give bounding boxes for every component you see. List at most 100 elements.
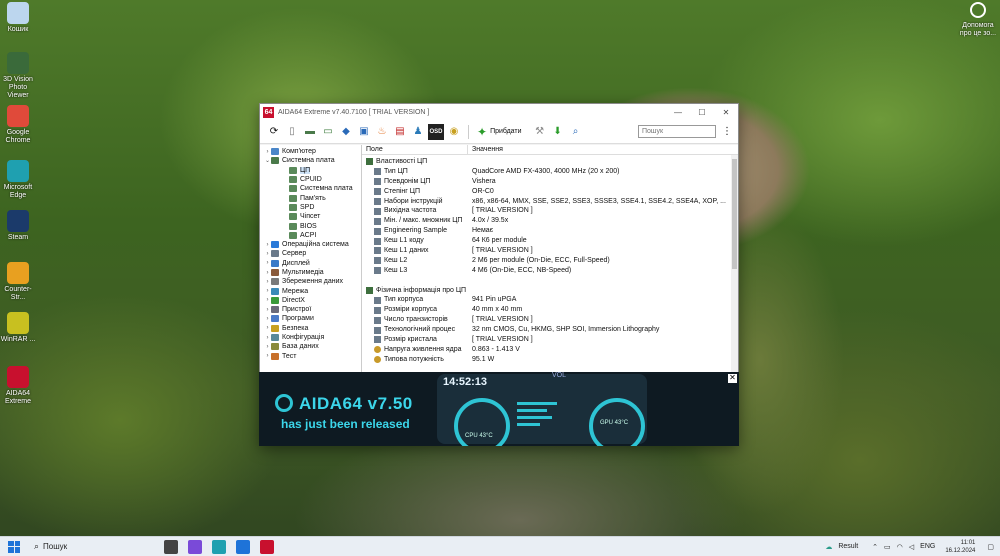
- weather-label[interactable]: Result: [838, 543, 858, 550]
- download-icon[interactable]: ⬇: [550, 124, 566, 140]
- desktop-icon-recycle-bin[interactable]: Кошик: [0, 2, 36, 34]
- osd-icon[interactable]: OSD: [428, 123, 444, 140]
- column-value[interactable]: Значення: [468, 145, 503, 154]
- desktop-icon-winrar[interactable]: WinRAR ...: [0, 312, 36, 344]
- more-icon[interactable]: ⋮: [722, 126, 732, 137]
- table-row[interactable]: Напруга живлення ядра 0.863 - 1.413 V: [362, 345, 738, 355]
- table-row[interactable]: Кеш L2 2 М6 per module (On-Die, ECC, Full…: [362, 256, 738, 266]
- tree-item[interactable]: SPD: [260, 203, 361, 212]
- report-file-icon[interactable]: ▯: [284, 124, 300, 140]
- tools-icon[interactable]: ⚒: [532, 124, 548, 140]
- tree-item[interactable]: › Мережа: [260, 286, 361, 295]
- desktop-icon-aida64[interactable]: AIDA64 Extreme: [0, 366, 36, 406]
- table-row[interactable]: Властивості ЦП: [362, 157, 738, 167]
- lang-label[interactable]: ENG: [920, 543, 935, 550]
- tree-expander-icon[interactable]: ›: [264, 316, 271, 322]
- table-row[interactable]: Кеш L1 коду 64 К6 per module: [362, 236, 738, 246]
- tree-item[interactable]: › База даних: [260, 342, 361, 351]
- cache-icon[interactable]: ▤: [392, 124, 408, 140]
- tree-expander-icon[interactable]: ›: [264, 297, 271, 303]
- weather-icon[interactable]: ☁: [825, 543, 832, 551]
- tree-expander-icon[interactable]: ›: [264, 242, 271, 248]
- clock[interactable]: 11:01 16.12.2024: [945, 539, 975, 555]
- volume-icon[interactable]: ◁: [909, 543, 914, 551]
- display-icon[interactable]: ▣: [356, 124, 372, 140]
- report-button[interactable]: ✦ Прибдати: [477, 125, 522, 139]
- tree-item[interactable]: ACPI: [260, 231, 361, 240]
- table-row[interactable]: Степінг ЦП OR-C0: [362, 187, 738, 197]
- tree-expander-icon[interactable]: ›: [264, 307, 271, 313]
- mail-icon[interactable]: [236, 539, 250, 554]
- tree-item[interactable]: › Пристрої: [260, 305, 361, 314]
- tree-item[interactable]: ЦП: [260, 166, 361, 175]
- refresh-icon[interactable]: ⟳: [266, 124, 282, 140]
- table-row[interactable]: Кеш L3 4 М6 (On-Die, ECC, NB-Speed): [362, 266, 738, 276]
- tree-expander-icon[interactable]: ›: [264, 325, 271, 331]
- tree-item[interactable]: › Дисплей: [260, 259, 361, 268]
- table-row[interactable]: Фізична інформація про ЦП: [362, 286, 738, 296]
- tree-item[interactable]: › Збереження даних: [260, 277, 361, 286]
- tray-chevron-icon[interactable]: ⌃: [872, 543, 878, 551]
- desktop-icon-3d-vision[interactable]: 3D Vision Photo Viewer: [0, 52, 36, 100]
- tree-item[interactable]: Чіпсет: [260, 212, 361, 221]
- tree-expander-icon[interactable]: ›: [264, 270, 271, 276]
- taskview-icon[interactable]: [164, 539, 178, 554]
- tree-item[interactable]: › Операційна система: [260, 240, 361, 249]
- maximize-button[interactable]: ☐: [690, 104, 714, 120]
- tree-item[interactable]: › Мультимедіа: [260, 268, 361, 277]
- minimize-button[interactable]: —: [666, 104, 690, 120]
- table-row[interactable]: Engineering Sample Немає: [362, 226, 738, 236]
- tree-item[interactable]: › Комп'ютер: [260, 147, 361, 156]
- tree-item[interactable]: › Сервер: [260, 249, 361, 258]
- table-row[interactable]: Технологічний процес 32 nm CMOS, Cu, HKMG…: [362, 325, 738, 335]
- copilot-icon[interactable]: [188, 539, 202, 554]
- desktop-icon-csgo[interactable]: Counter-Str...: [0, 262, 36, 302]
- tree-expander-icon[interactable]: ›: [264, 288, 271, 294]
- tree-item[interactable]: › Тест: [260, 352, 361, 361]
- desktop-icon-edge[interactable]: Microsoft Edge: [0, 160, 36, 200]
- tree-item[interactable]: ⌄ Системна плата: [260, 156, 361, 165]
- tree-expander-icon[interactable]: ›: [264, 335, 271, 341]
- motherboard-icon[interactable]: ▬: [302, 124, 318, 140]
- desktop-icon-chrome[interactable]: Google Chrome: [0, 105, 36, 145]
- aida64-icon[interactable]: [260, 539, 274, 554]
- flame-icon[interactable]: ♨: [374, 124, 390, 140]
- table-row[interactable]: Псевдонім ЦП Vishera: [362, 177, 738, 187]
- tree-item[interactable]: Пам'ять: [260, 193, 361, 202]
- tree-item[interactable]: › Безпека: [260, 324, 361, 333]
- tree-expander-icon[interactable]: ›: [264, 279, 271, 285]
- tree-expander-icon[interactable]: ›: [264, 353, 271, 359]
- notification-icon[interactable]: ▢: [987, 543, 994, 551]
- table-row[interactable]: Розмір кристала [ TRIAL VERSION ]: [362, 335, 738, 345]
- help-desktop-icon[interactable]: Допомога про це зо...: [956, 2, 1000, 38]
- tree-expander-icon[interactable]: ›: [264, 251, 271, 257]
- close-button[interactable]: ✕: [714, 104, 738, 120]
- search-input[interactable]: [638, 125, 716, 138]
- table-row[interactable]: Тип корпуса 941 Pin uPGA: [362, 295, 738, 305]
- table-row[interactable]: Кеш L1 даних [ TRIAL VERSION ]: [362, 246, 738, 256]
- title-bar[interactable]: 64 AIDA64 Extreme v7.40.7100 [ TRIAL VER…: [260, 104, 738, 120]
- edge-icon[interactable]: [212, 539, 226, 554]
- table-row[interactable]: Вихідна частота [ TRIAL VERSION ]: [362, 206, 738, 216]
- column-field[interactable]: Поле: [362, 145, 468, 154]
- network-tray-icon[interactable]: ▭: [884, 543, 891, 551]
- memory-icon[interactable]: ▭: [320, 124, 336, 140]
- tree-item[interactable]: Системна плата: [260, 184, 361, 193]
- wifi-icon[interactable]: ◠: [897, 543, 903, 551]
- table-row[interactable]: Число транзисторів [ TRIAL VERSION ]: [362, 315, 738, 325]
- tree-item[interactable]: › Програми: [260, 314, 361, 323]
- tree-expander-icon[interactable]: ›: [264, 149, 271, 155]
- table-row[interactable]: Типова потужність 95.1 W: [362, 355, 738, 365]
- scrollbar-thumb[interactable]: [732, 159, 737, 269]
- tree-item[interactable]: CPUID: [260, 175, 361, 184]
- tree-item[interactable]: › Конфігурація: [260, 333, 361, 342]
- tree-expander-icon[interactable]: ›: [264, 344, 271, 350]
- search-icon[interactable]: ⌕: [568, 124, 584, 140]
- user-icon[interactable]: ♟: [410, 124, 426, 140]
- tree-item[interactable]: › DirectX: [260, 296, 361, 305]
- table-row[interactable]: Розміри корпуса 40 mm x 40 mm: [362, 305, 738, 315]
- table-row[interactable]: [362, 276, 738, 286]
- network-icon[interactable]: ◆: [338, 124, 354, 140]
- banner-close-button[interactable]: ✕: [728, 374, 737, 383]
- tree-expander-icon[interactable]: ›: [264, 260, 271, 266]
